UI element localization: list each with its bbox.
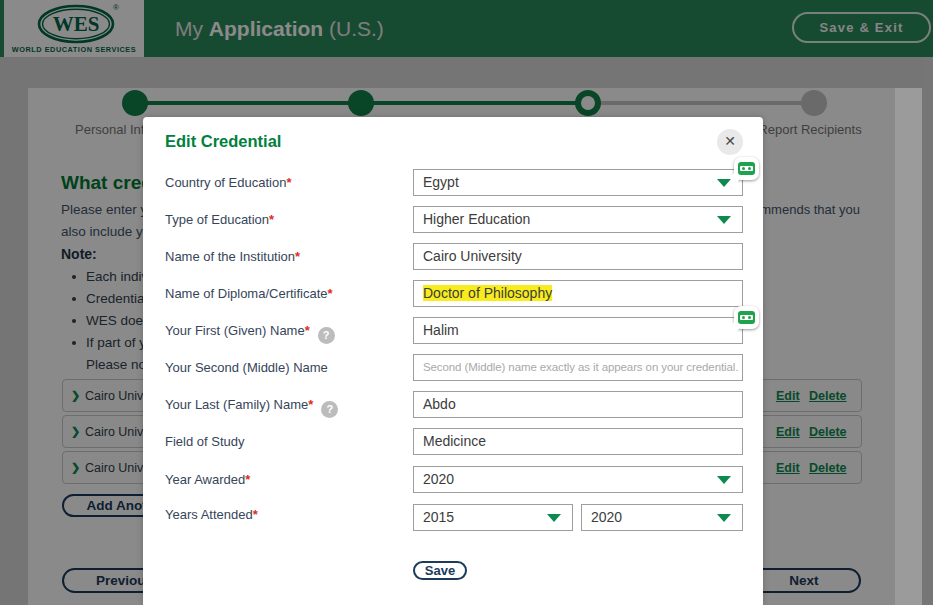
label-first-name: Your First (Given) Name*? bbox=[165, 323, 335, 344]
roboform-face bbox=[738, 162, 755, 175]
year-awarded-select[interactable]: 2020 bbox=[413, 466, 743, 493]
label-field-of-study: Field of Study bbox=[165, 434, 245, 449]
edit-credential-modal: Edit Credential ✕ Country of Education* … bbox=[143, 117, 763, 605]
label-middle-name: Your Second (Middle) Name bbox=[165, 360, 328, 375]
label-years-attended: Years Attended* bbox=[165, 507, 258, 522]
middle-name-input[interactable]: Second (Middle) name exactly as it appea… bbox=[413, 354, 743, 381]
roboform-face bbox=[738, 311, 755, 324]
screen: My Application (U.S.) Save & Exit WES ® … bbox=[0, 0, 933, 605]
window-edge bbox=[922, 57, 933, 605]
first-name-input[interactable]: Halim bbox=[413, 317, 743, 344]
close-icon[interactable]: ✕ bbox=[717, 129, 743, 155]
country-select[interactable]: Egypt bbox=[413, 169, 743, 196]
label-institution: Name of the Institution* bbox=[165, 249, 300, 264]
diploma-input[interactable]: Doctor of Philosophy bbox=[413, 280, 743, 307]
chevron-down-icon bbox=[717, 476, 731, 484]
roboform-autofill-icon[interactable] bbox=[734, 306, 759, 329]
label-diploma: Name of Diploma/Certificate* bbox=[165, 286, 333, 301]
help-icon[interactable]: ? bbox=[321, 401, 338, 418]
help-icon[interactable]: ? bbox=[318, 327, 335, 344]
roboform-autofill-icon[interactable] bbox=[734, 157, 759, 180]
label-last-name: Your Last (Family) Name*? bbox=[165, 397, 338, 418]
last-name-input[interactable]: Abdo bbox=[413, 391, 743, 418]
years-from-select[interactable]: 2015 bbox=[413, 504, 573, 531]
chevron-down-icon bbox=[547, 514, 561, 522]
label-type: Type of Education* bbox=[165, 212, 274, 227]
chevron-down-icon bbox=[717, 514, 731, 522]
scrollbar-track[interactable] bbox=[895, 88, 922, 605]
chevron-down-icon bbox=[717, 216, 731, 224]
institution-input[interactable]: Cairo University bbox=[413, 243, 743, 270]
chevron-down-icon bbox=[717, 179, 731, 187]
modal-title: Edit Credential bbox=[165, 132, 281, 151]
save-button[interactable]: Save bbox=[413, 561, 467, 580]
field-of-study-input[interactable]: Medicince bbox=[413, 428, 743, 455]
label-country: Country of Education* bbox=[165, 175, 291, 190]
label-year-awarded: Year Awarded* bbox=[165, 472, 250, 487]
years-to-select[interactable]: 2020 bbox=[581, 504, 743, 531]
type-select[interactable]: Higher Education bbox=[413, 206, 743, 233]
